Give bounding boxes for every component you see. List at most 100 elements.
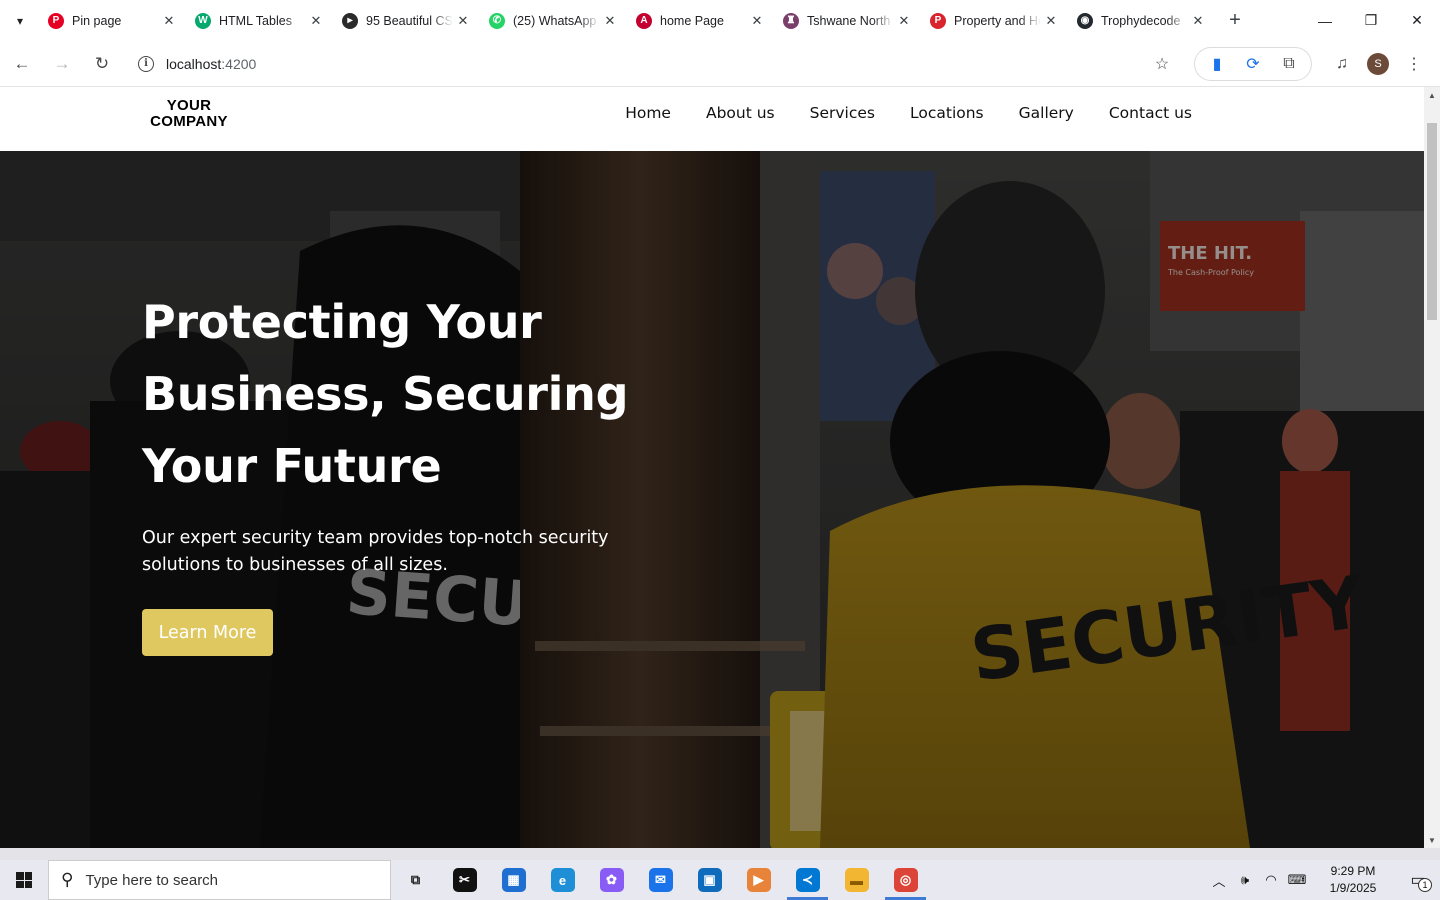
task-view-taskbar-button[interactable]: ⧉ xyxy=(391,860,440,900)
close-tab-icon[interactable]: ✕ xyxy=(747,11,767,31)
windows-taskbar: ⚲ Type here to search ⧉ ✂ ▦ e ✿ ✉ ▣ ▶ ≺ ▬ ◎ ︿ 🕪 ◠ … xyxy=(0,860,1440,900)
edge-icon: e xyxy=(550,868,575,892)
nav-link-gallery[interactable]: Gallery xyxy=(1019,104,1074,122)
logo-line-1: YOUR xyxy=(166,97,212,114)
company-logo[interactable]: YOUR COMPANY xyxy=(149,98,229,130)
copilot-taskbar-button[interactable]: ✿ xyxy=(587,860,636,900)
address-bar[interactable]: i localhost:4200 xyxy=(138,47,1158,81)
media-player-taskbar-button[interactable]: ▶ xyxy=(734,860,783,900)
copilot-icon: ✿ xyxy=(599,868,624,892)
nav-link-locations[interactable]: Locations xyxy=(910,104,984,122)
taskbar-clock[interactable]: 9:29 PM 1/9/2025 xyxy=(1316,863,1390,897)
chrome-icon: ◎ xyxy=(893,868,918,892)
reload-button[interactable]: ↻ xyxy=(84,46,120,82)
angular-icon: A xyxy=(636,12,652,29)
hero-title: Protecting Your Business, Securing Your … xyxy=(142,295,629,493)
close-tab-icon[interactable]: ✕ xyxy=(1188,11,1208,31)
w3schools-icon: W xyxy=(195,12,211,29)
nav-link-home[interactable]: Home xyxy=(625,104,671,122)
tab-title: Pin page xyxy=(72,13,122,28)
browser-tab[interactable]: ◉ Trophydecode ✕ xyxy=(1069,0,1216,41)
browser-tab[interactable]: P Pin page ✕ xyxy=(40,0,187,41)
browser-tab[interactable]: Ahome Page ✕ xyxy=(628,0,775,41)
forward-button[interactable]: → xyxy=(44,46,80,82)
whatsapp-icon: ✆ xyxy=(489,12,505,29)
clipboard-extension-icon[interactable]: ▮ xyxy=(1199,46,1235,82)
capcut-taskbar-button[interactable]: ✂ xyxy=(440,860,489,900)
browser-tab[interactable]: ✆ (25) WhatsApp ✕ xyxy=(481,0,628,41)
avatar: S xyxy=(1367,53,1389,75)
capcut-icon: ✂ xyxy=(452,868,477,892)
page-scrollbar[interactable]: ▲ ▼ xyxy=(1424,87,1440,848)
hero-content: Protecting Your Business, Securing Your … xyxy=(142,286,702,656)
show-hidden-icons-chevron-icon[interactable]: ︿ xyxy=(1206,871,1232,890)
logo-line-2: COMPANY xyxy=(150,113,228,130)
tab-title: Property and Hous xyxy=(954,13,1041,28)
network-icon[interactable]: ◠ xyxy=(1258,872,1284,888)
nav-link-services[interactable]: Services xyxy=(810,104,875,122)
media-player-icon: ▶ xyxy=(746,868,771,892)
file-explorer-taskbar-button[interactable]: ▬ xyxy=(832,860,881,900)
close-tab-icon[interactable]: ✕ xyxy=(306,11,326,31)
page-viewport: YOUR COMPANY Home About us Services Locatio… xyxy=(0,87,1424,848)
back-button[interactable]: ← xyxy=(4,46,40,82)
close-tab-icon[interactable]: ✕ xyxy=(1041,11,1061,31)
outlook-icon: ▣ xyxy=(697,868,722,892)
window-controls: — ❐ ✕ xyxy=(1302,0,1440,41)
tab-title: HTML Tables xyxy=(219,13,292,28)
extensions-puzzle-icon[interactable]: ⧉ xyxy=(1271,46,1307,82)
volume-icon[interactable]: 🕪 xyxy=(1232,872,1258,888)
mail-taskbar-button[interactable]: ✉ xyxy=(636,860,685,900)
site-info-icon[interactable]: i xyxy=(138,55,154,72)
notification-center-icon[interactable]: ▭ 1 xyxy=(1396,860,1440,900)
tab-title: 95 Beautiful CSS xyxy=(366,13,453,28)
nav-link-about-us[interactable]: About us xyxy=(706,104,775,122)
close-tab-icon[interactable]: ✕ xyxy=(894,11,914,31)
tab-title: (25) WhatsApp xyxy=(513,13,597,28)
file-explorer-icon: ▬ xyxy=(844,868,869,892)
main-nav: Home About us Services Locations Gallery Cont… xyxy=(590,87,1192,139)
microsoft-store-taskbar-button[interactable]: ▦ xyxy=(489,860,538,900)
tab-title: Trophydecode xyxy=(1101,13,1181,28)
hero-section: THE HIT. The Cash-Proof Policy SECURIT S… xyxy=(0,151,1424,848)
system-tray: ︿ 🕪 ◠ ⌨ 9:29 PM 1/9/2025 ▭ 1 xyxy=(1206,860,1440,900)
site-header: YOUR COMPANY Home About us Services Locatio… xyxy=(0,87,1424,151)
learn-more-button[interactable]: Learn More xyxy=(142,609,273,656)
media-control-icon[interactable]: ♫ xyxy=(1324,46,1360,82)
keyboard-icon[interactable]: ⌨ xyxy=(1284,872,1310,888)
close-tab-icon[interactable]: ✕ xyxy=(453,11,473,31)
close-window-icon[interactable]: ✕ xyxy=(1394,0,1440,41)
start-button[interactable] xyxy=(0,860,48,900)
cursor-app-icon: ▸ xyxy=(342,12,358,29)
close-tab-icon[interactable]: ✕ xyxy=(159,11,179,31)
taskbar-search-placeholder: Type here to search xyxy=(85,871,219,889)
vscode-taskbar-button[interactable]: ≺ xyxy=(783,860,832,900)
address-host: localhost xyxy=(166,55,222,72)
scroll-up-arrow-icon[interactable]: ▲ xyxy=(1424,87,1440,103)
restore-icon[interactable]: ❐ xyxy=(1348,0,1394,41)
taskbar-search-box[interactable]: ⚲ Type here to search xyxy=(48,860,391,900)
tab-search-chevron-icon[interactable]: ▾ xyxy=(0,0,40,41)
browser-tab[interactable]: W HTML Tables ✕ xyxy=(187,0,334,41)
browser-tab[interactable]: ▸ 95 Beautiful CSS ✕ xyxy=(334,0,481,41)
close-tab-icon[interactable]: ✕ xyxy=(600,11,620,31)
new-tab-button[interactable]: + xyxy=(1220,6,1250,36)
browser-tab[interactable]: ♜ Tshwane North ✕ xyxy=(775,0,922,41)
taskbar-apps: ⧉ ✂ ▦ e ✿ ✉ ▣ ▶ ≺ ▬ ◎ xyxy=(391,860,930,900)
browser-toolbar: ← → ↻ i localhost:4200 ☆ ▮ ⟳ ⧉ ♫ S ⋮ xyxy=(0,41,1440,87)
menu-kebab-icon[interactable]: ⋮ xyxy=(1396,46,1432,82)
nav-link-contact-us[interactable]: Contact us xyxy=(1109,104,1192,122)
microsoft-store-icon: ▦ xyxy=(501,868,526,892)
minimize-icon[interactable]: — xyxy=(1302,0,1348,41)
tab-title: Tshwane North xyxy=(807,13,891,28)
scroll-down-arrow-icon[interactable]: ▼ xyxy=(1424,832,1440,848)
edge-taskbar-button[interactable]: e xyxy=(538,860,587,900)
chrome-taskbar-button[interactable]: ◎ xyxy=(881,860,930,900)
outlook-taskbar-button[interactable]: ▣ xyxy=(685,860,734,900)
browser-tab[interactable]: P Property and Hous✕ xyxy=(922,0,1069,41)
mail-icon: ✉ xyxy=(648,868,673,892)
profile-avatar[interactable]: S xyxy=(1360,46,1396,82)
scrollbar-thumb[interactable] xyxy=(1427,123,1437,320)
bookmark-star-icon[interactable]: ☆ xyxy=(1144,46,1180,82)
sync-extension-icon[interactable]: ⟳ xyxy=(1235,46,1271,82)
